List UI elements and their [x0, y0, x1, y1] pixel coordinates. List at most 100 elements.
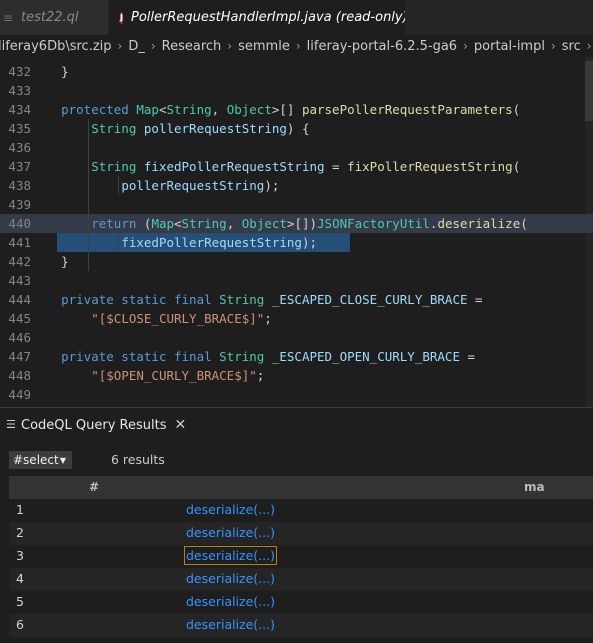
code-line[interactable]: 449: [0, 385, 593, 404]
table-row[interactable]: 6 deserialize(...): [9, 614, 593, 637]
panel-title: CodeQL Query Results: [21, 417, 167, 433]
code-token: );: [301, 235, 317, 250]
table-row[interactable]: 1 deserialize(...): [9, 499, 593, 522]
code-token: String: [219, 349, 265, 364]
chevron-right-icon: ›: [586, 39, 592, 53]
code-text: return (Map<String, Object>[])JSONFactor…: [31, 214, 528, 233]
chevron-right-icon: ›: [295, 39, 301, 53]
code-token: Object: [241, 216, 287, 231]
line-number: 449: [8, 387, 31, 402]
code-token: deserialize: [437, 216, 521, 231]
result-link[interactable]: deserialize(...): [185, 616, 276, 633]
tab-poller-request-handler[interactable]: J PollerRequestHandlerImpl.java (read-on…: [109, 0, 405, 35]
code-token: (: [520, 216, 528, 231]
code-line[interactable]: 448 "[$OPEN_CURLY_BRACE$]";: [0, 366, 593, 385]
chevron-right-icon: ›: [463, 39, 468, 53]
code-token: return: [91, 216, 137, 231]
chevron-right-icon: ›: [117, 39, 123, 53]
result-link[interactable]: deserialize(...): [185, 593, 276, 610]
code-text: "[$OPEN_CURLY_BRACE$]";: [31, 366, 264, 385]
line-number: 433: [8, 83, 31, 98]
code-text: fixedPollerRequestString);: [31, 233, 317, 252]
result-link[interactable]: deserialize(...): [184, 546, 277, 565]
column-header-index[interactable]: #: [89, 480, 99, 494]
code-line[interactable]: 433: [0, 81, 593, 100]
line-number: 434: [8, 102, 31, 117]
result-link[interactable]: deserialize(...): [185, 524, 276, 541]
code-token: Map: [136, 102, 159, 117]
table-header: # ma: [9, 476, 593, 499]
list-icon: ☰: [6, 418, 16, 431]
code-token: "[$CLOSE_CURLY_BRACE$]": [91, 311, 265, 326]
code-token: Object: [226, 102, 272, 117]
code-token: String: [166, 102, 212, 117]
code-line[interactable]: 445 "[$CLOSE_CURLY_BRACE$]";: [0, 309, 593, 328]
table-row[interactable]: 3 deserialize(...): [9, 545, 593, 568]
indent-guide: [118, 233, 119, 252]
java-file-icon: J: [120, 11, 123, 24]
code-token: );: [264, 178, 280, 193]
row-index: 2: [16, 525, 24, 540]
row-index: 6: [16, 617, 24, 632]
results-table: # ma 1 deserialize(...) 2 deserialize(...) 3…: [9, 476, 593, 637]
line-number: 446: [8, 330, 31, 345]
code-line[interactable]: 434 protected Map<String, Object>[] pars…: [0, 100, 593, 119]
tab-codeql-query-results[interactable]: ☰ CodeQL Query Results ✕: [0, 408, 186, 442]
breadcrumb-item[interactable]: D_: [128, 39, 145, 54]
code-token: fixedPollerRequestString: [143, 159, 325, 174]
ql-file-icon: ≡: [3, 10, 13, 25]
breadcrumb-item[interactable]: liferay6Db\src.zip: [0, 39, 112, 54]
tab-label: PollerRequestHandlerImpl.java (read-only…: [130, 10, 405, 25]
table-row[interactable]: 2 deserialize(...): [9, 522, 593, 545]
code-text: protected Map<String, Object>[] parsePol…: [31, 100, 520, 119]
code-token: (: [512, 102, 521, 117]
result-set-select[interactable]: #select ▼: [9, 451, 72, 469]
close-icon[interactable]: ✕: [174, 417, 186, 433]
tab-label: test22.ql: [21, 10, 79, 25]
breadcrumb-item[interactable]: semmle: [238, 39, 290, 54]
code-token: ) {: [286, 121, 310, 136]
code-line[interactable]: 432 }: [0, 62, 593, 81]
breadcrumb-item[interactable]: portal-impl: [474, 39, 545, 54]
code-text: "[$CLOSE_CURLY_BRACE$]";: [31, 309, 272, 328]
code-line[interactable]: 444 private static final String _ESCAPED…: [0, 290, 593, 309]
code-editor[interactable]: 432 } 433 434 protected Map<String, Object…: [0, 57, 593, 407]
breadcrumb-item[interactable]: liferay-portal-6.2.5-ga6: [307, 39, 457, 54]
table-row[interactable]: 5 deserialize(...): [9, 591, 593, 614]
code-text: private static final String _ESCAPED_CLO…: [31, 290, 482, 309]
line-number: 432: [8, 64, 31, 79]
column-header-ma[interactable]: ma: [524, 480, 545, 494]
code-token: parsePollerRequestParameters: [301, 102, 513, 117]
code-token: (: [136, 216, 152, 231]
breadcrumb-item[interactable]: Research: [162, 39, 222, 54]
result-link[interactable]: deserialize(...): [185, 570, 276, 587]
code-line[interactable]: 443: [0, 271, 593, 290]
indent-guide: [88, 119, 89, 271]
code-text: String fixedPollerRequestString = fixPol…: [31, 157, 520, 176]
code-token: ,: [226, 216, 242, 231]
code-token: _ESCAPED_OPEN_CURLY_BRACE: [271, 349, 460, 364]
chevron-right-icon: ›: [227, 39, 233, 53]
indent-guide: [118, 176, 119, 195]
code-token: ;: [256, 368, 265, 383]
code-token: ,: [211, 102, 227, 117]
code-text: }: [31, 62, 69, 81]
breadcrumb-item[interactable]: src: [562, 39, 581, 54]
code-line[interactable]: 446: [0, 328, 593, 347]
tab-test22-ql[interactable]: ≡ test22.ql: [0, 0, 109, 35]
line-number: 441: [8, 235, 31, 250]
table-row[interactable]: 4 deserialize(...): [9, 568, 593, 591]
line-number: 444: [8, 292, 31, 307]
line-number: 435: [8, 121, 31, 136]
code-token: JSONFactoryUtil: [317, 216, 430, 231]
result-link[interactable]: deserialize(...): [185, 501, 276, 518]
line-number: 442: [8, 254, 31, 269]
code-line[interactable]: 447 private static final String _ESCAPED…: [0, 347, 593, 366]
line-number: 438: [8, 178, 31, 193]
